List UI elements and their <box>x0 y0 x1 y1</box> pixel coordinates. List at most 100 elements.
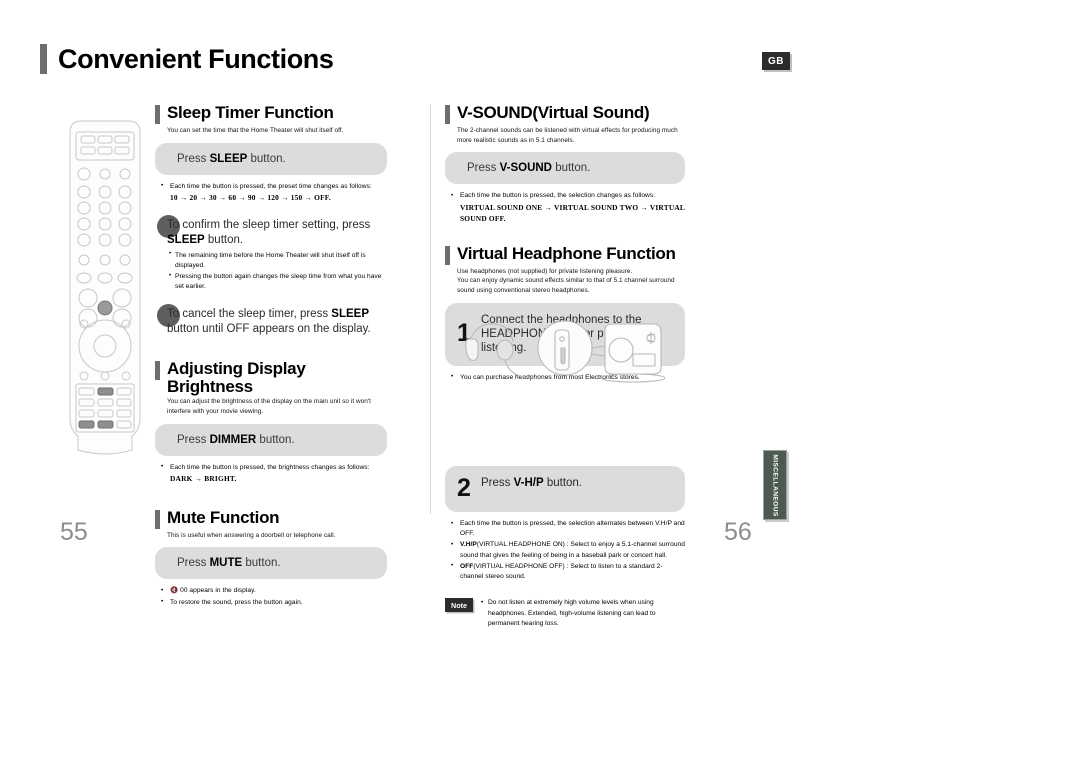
action-suffix: button. <box>552 162 591 175</box>
action-prefix: Press <box>467 162 500 175</box>
action-key-mute: MUTE <box>209 557 243 570</box>
list-item: To restore the sound, press the button a… <box>161 597 387 608</box>
callout-confirm-text: To confirm the sleep timer setting, pres… <box>167 218 387 249</box>
action-prefix: Press <box>177 152 210 165</box>
mute-action-box: Press MUTE button. <box>155 547 387 580</box>
bullet-text: Each time the button is pressed, the sel… <box>460 192 656 200</box>
page-number-right: 56 <box>724 518 752 546</box>
callout-key: SLEEP <box>167 234 205 247</box>
callout-line-before: To cancel the sleep timer, press <box>167 307 332 320</box>
sleep-timer-heading: Sleep Timer Function <box>167 103 334 122</box>
list-item: Each time the button is pressed, the pre… <box>161 181 387 204</box>
brightness-bullets: Each time the button is pressed, the bri… <box>161 462 387 485</box>
list-item: V.H/P(VIRTUAL HEADPHONE ON) : Select to … <box>451 540 685 560</box>
sleep-timer-heading-row: Sleep Timer Function <box>155 104 387 124</box>
region-badge: GB <box>762 52 790 70</box>
brightness-heading: Adjusting Display Brightness <box>167 358 306 396</box>
virtual-headphone-heading: Virtual Headphone Function <box>457 243 676 263</box>
sleep-time-sequence: 10 → 20 → 30 → 60 → 90 → 120 → 150 → OFF… <box>170 193 331 203</box>
v-sound-heading-row: V-SOUND(Virtual Sound) <box>445 104 685 124</box>
action-suffix: button. <box>247 152 286 165</box>
callout-confirm-sleep: To confirm the sleep timer setting, pres… <box>155 214 387 293</box>
note-text: Do not listen at extremely high volume l… <box>481 598 685 630</box>
v-sound-bullets: Each time the button is pressed, the sel… <box>451 191 685 225</box>
callout-confirm-bullets: The remaining time before the Home Theat… <box>169 250 387 293</box>
step-number-2: 2 <box>457 474 471 503</box>
list-item: The remaining time before the Home Theat… <box>169 250 387 271</box>
note-block: Note Do not listen at extremely high vol… <box>445 598 685 630</box>
action-prefix: Press <box>177 557 210 570</box>
bullet-text: Each time the button is pressed, the sel… <box>460 520 685 538</box>
list-item: Each time the button is pressed, the sel… <box>451 519 685 539</box>
headphone-and-main-unit-illustration <box>455 312 666 395</box>
virtual-headphone-heading-row: Virtual Headphone Function <box>445 245 685 265</box>
callout-cancel-sleep: To cancel the sleep timer, press SLEEP b… <box>155 303 387 338</box>
page-title: Convenient Functions <box>58 43 334 74</box>
bullet-text: Each time the button is pressed, the pre… <box>170 182 372 190</box>
section-mute: Mute Function This is useful when answer… <box>155 507 387 608</box>
action-key-vhp: V-H/P <box>513 477 544 490</box>
callout-cancel-text: To cancel the sleep timer, press SLEEP b… <box>167 307 387 338</box>
action-suffix: button. <box>256 433 295 446</box>
v-sound-heading: V-SOUND(Virtual Sound) <box>457 103 650 122</box>
action-suffix: button. <box>543 477 583 490</box>
v-sound-action-box: Press V-SOUND button. <box>445 152 685 185</box>
list-item: Pressing the button again changes the sl… <box>169 272 387 292</box>
sleep-timer-action-box: Press SLEEP button. <box>155 142 387 175</box>
action-suffix: button. <box>242 557 281 570</box>
section-virtual-headphone: Virtual Headphone Function Use headphone… <box>445 245 685 630</box>
section-v-sound: V-SOUND(Virtual Sound) The 2-channel sou… <box>445 104 685 225</box>
list-item: 🔇 00 appears in the display. <box>161 586 387 596</box>
illustration-spacer <box>445 384 685 466</box>
v-sound-sequence: VIRTUAL SOUND ONE → VIRTUAL SOUND TWO → … <box>460 202 685 224</box>
list-item: Each time the button is pressed, the sel… <box>451 191 685 225</box>
bullet-text: (VIRTUAL HEADPHONE ON) : Select to enjoy… <box>460 541 685 559</box>
bullet-bold-label: V.H/P <box>460 541 477 549</box>
virtual-headphone-description: Use headphones (not supplied) for privat… <box>457 267 675 295</box>
heading-accent-bar <box>155 509 160 529</box>
left-column: Sleep Timer Function You can set the tim… <box>155 104 387 609</box>
virtual-headphone-step2-box: 2 Press V-H/P button. <box>445 466 685 513</box>
callout-line-before: To confirm the sleep timer setting, pres… <box>167 218 371 231</box>
callout-line-after: button until OFF appears on the display. <box>167 323 371 336</box>
section-sleep-timer: Sleep Timer Function You can set the tim… <box>155 104 387 338</box>
brightness-sequence: DARK → BRIGHT. <box>170 474 237 484</box>
page-number-left: 55 <box>60 518 88 546</box>
list-item: OFF(VIRTUAL HEADPHONE OFF) : Select to l… <box>451 561 685 582</box>
remote-control-illustration <box>62 118 148 463</box>
v-sound-description: The 2-channel sounds can be listened wit… <box>457 127 678 144</box>
mute-bullets: 🔇 00 appears in the display. To restore … <box>161 586 387 608</box>
step2-text: Press V-H/P button. <box>481 476 673 490</box>
sleep-timer-description: You can set the time that the Home Theat… <box>167 127 344 134</box>
action-key-sleep: SLEEP <box>209 152 248 165</box>
action-key-dimmer: DIMMER <box>209 433 257 446</box>
side-tab-label: MISCELLANEOUS <box>771 453 779 517</box>
brightness-heading-row: Adjusting Display Brightness <box>155 358 387 396</box>
heading-accent-bar <box>445 245 450 265</box>
list-item: Each time the button is pressed, the bri… <box>161 462 387 485</box>
mute-description: This is useful when answering a doorbell… <box>167 531 336 539</box>
action-key-v-sound: V-SOUND <box>499 162 552 175</box>
brightness-description: You can adjust the brightness of the dis… <box>167 398 371 416</box>
mute-heading: Mute Function <box>167 507 280 527</box>
callout-key: SLEEP <box>331 307 369 320</box>
page-title-block: Convenient Functions <box>40 44 334 74</box>
callout-line-after: button. <box>204 234 244 247</box>
action-prefix: Press <box>177 433 210 446</box>
side-tab-miscellaneous: MISCELLANEOUS <box>763 450 787 520</box>
bullet-bold-label: OFF <box>460 562 474 570</box>
title-accent-bar <box>40 44 47 74</box>
action-prefix: Press <box>481 477 514 490</box>
brightness-action-box: Press DIMMER button. <box>155 423 387 456</box>
mute-heading-row: Mute Function <box>155 507 387 529</box>
heading-accent-bar <box>445 105 450 124</box>
column-divider <box>430 104 431 514</box>
heading-accent-bar <box>155 105 160 124</box>
bullet-text: Each time the button is pressed, the bri… <box>170 463 370 471</box>
section-display-brightness: Adjusting Display Brightness You can adj… <box>155 358 387 485</box>
step2-bullets: Each time the button is pressed, the sel… <box>451 519 685 582</box>
note-tag: Note <box>445 598 473 613</box>
sleep-timer-bullets: Each time the button is pressed, the pre… <box>161 181 387 204</box>
heading-accent-bar <box>155 360 160 380</box>
bullet-text: (VIRTUAL HEADPHONE OFF) : Select to list… <box>460 562 663 581</box>
